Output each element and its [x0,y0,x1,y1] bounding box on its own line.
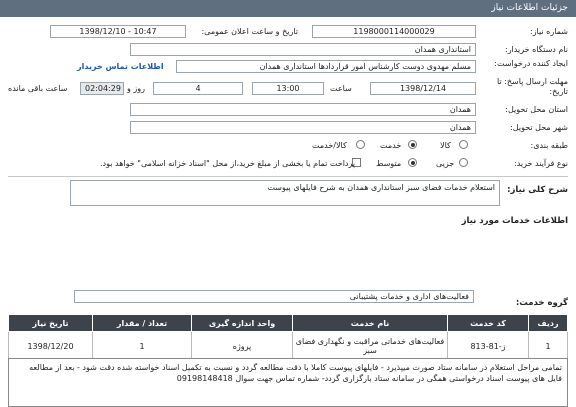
service-group-label: گروه خدمت: [515,298,568,308]
col-header-service-code: کد خدمت [447,314,529,332]
services-section-title: اطلاعات خدمات مورد نیاز [461,216,568,226]
remaining-time-field: 02:04:29 [80,82,124,95]
creator-label: ایجاد کننده درخواست: [494,59,568,68]
cell-service-name: فعالیت‌های خدماتی مراقبت و نگهداری فضای … [292,331,448,361]
page-header: جزئیات اطلاعات نیاز [0,0,576,17]
announce-date-field: 1398/12/10 - 10:47 [50,25,186,38]
items-table: ردیف کد خدمت نام خدمت واحد اندازه گیری ت… [8,314,568,361]
cell-service-code: ز-81-813 [447,331,529,361]
category-radio-service[interactable] [408,140,417,149]
cell-unit: پروژه [191,331,293,361]
category-option-goods-service: کالا/خدمت [312,141,347,150]
col-header-row-number: ردیف [528,314,568,332]
page-title: جزئیات اطلاعات نیاز [491,3,568,13]
delivery-city-field: همدان [130,121,476,134]
treasury-payment-note: پرداخت تمام یا بخشی از مبلغ خرید،از محل … [100,159,356,168]
announce-date-label: تاریخ و ساعت اعلان عمومی: [201,27,298,36]
deadline-date-field: 1398/12/14 [370,82,476,95]
col-header-service-name: نام خدمت [292,314,448,332]
category-radio-goods[interactable] [459,140,468,149]
summary-field: استعلام خدمات فضای سبز استانداری همدان ب… [70,180,500,206]
process-option-minor: جزیی [436,159,455,168]
category-radio-goods-service[interactable] [356,140,365,149]
col-header-need-date: تاریخ نیاز [8,314,93,332]
days-label: روز و [127,84,145,93]
buyer-org-field: استانداری همدان [130,43,476,56]
category-label: طبقه بندی: [530,141,568,150]
category-option-service: خدمت [380,141,402,150]
summary-label: شرح کلی نیاز: [507,185,568,195]
divider [8,176,568,177]
process-radio-medium[interactable] [408,158,417,167]
deadline-time-field: 13:00 [252,82,324,95]
table-row: 1 ز-81-813 فعالیت‌های خدماتی مراقبت و نگ… [8,331,568,361]
category-option-goods: کالا [440,141,451,150]
delivery-province-label: استان محل تحویل: [505,105,568,114]
buyer-org-label: نام دستگاه خریدار: [505,45,568,54]
service-group-field: فعالیت‌های اداری و خدمات پشتیبانی [74,290,474,303]
process-option-medium: متوسط [376,159,402,168]
cell-need-date: 1398/12/20 [8,331,93,361]
delivery-city-label: شهر محل تحویل: [510,123,568,132]
cell-quantity: 1 [92,331,192,361]
remaining-time-label: ساعت باقی مانده [8,84,68,93]
delivery-province-field: همدان [130,103,476,116]
deadline-label: مهلت ارسال پاسخ: تا تاریخ: [496,77,568,96]
need-number-label: شماره نیاز: [530,27,568,36]
cell-row-number: 1 [528,331,568,361]
col-header-unit: واحد اندازه گیری [191,314,293,332]
table-header-row: ردیف کد خدمت نام خدمت واحد اندازه گیری ت… [8,314,568,332]
creator-field: مسلم مهدوی دوست کارشناس امور قراردادها ا… [176,60,476,73]
deadline-time-label: ساعت [330,84,352,93]
col-header-quantity: تعداد / مقدار [92,314,192,332]
process-type-label: نوع فرآیند خرید: [514,159,568,168]
days-remaining-field: 4 [153,82,243,95]
need-number-field: 1198000114000029 [312,25,476,38]
description-text: تمامی مراحل استعلام در سامانه ستاد صورت … [8,358,568,407]
buyer-contact-link[interactable]: اطلاعات تماس خریدار [77,62,164,71]
process-radio-minor[interactable] [459,158,468,167]
